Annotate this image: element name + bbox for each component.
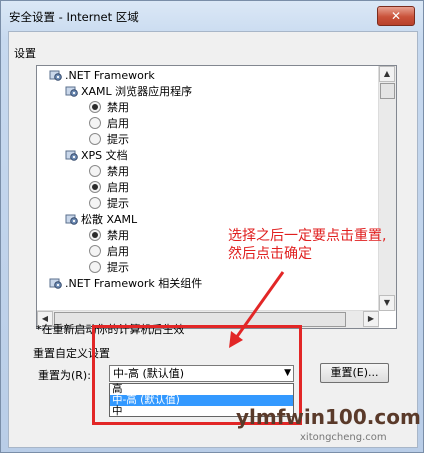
settings-tree[interactable]: .NET Framework XAML 浏览器应用程序 禁用 启用 提示 XPS 文档 禁用… [36, 65, 397, 329]
watermark-domain: ylmfwin100.com [236, 405, 421, 429]
radio-unchecked-icon[interactable] [89, 197, 101, 209]
tree-node-label: .NET Framework 相关组件 [65, 277, 203, 290]
tree-node-label: XAML 浏览器应用程序 [81, 85, 193, 98]
tree-node[interactable]: .NET Framework [49, 68, 155, 84]
tree-node[interactable]: 松散 XAML [65, 212, 137, 228]
scroll-up-button[interactable]: ▲ [379, 66, 395, 82]
settings-group-label: 设置 [14, 47, 36, 60]
settings-gear-icon [49, 70, 62, 81]
tree-node[interactable]: XAML 浏览器应用程序 [65, 84, 192, 100]
title-bar[interactable]: 安全设置 - Internet 区域 ✕ [1, 1, 423, 29]
radio-checked-icon[interactable] [89, 181, 101, 193]
window-title: 安全设置 - Internet 区域 [9, 10, 139, 24]
tree-node[interactable]: XPS 文档 [65, 148, 128, 164]
vertical-scroll-thumb[interactable] [380, 83, 395, 99]
tree-node-label: 松散 XAML [81, 213, 138, 226]
radio-option[interactable]: 提示 [89, 260, 129, 276]
radio-option[interactable]: 禁用 [89, 164, 129, 180]
radio-option[interactable]: 启用 [89, 244, 129, 260]
radio-option-label: 提示 [107, 197, 129, 210]
radio-option-label: 禁用 [107, 229, 129, 242]
radio-unchecked-icon[interactable] [89, 165, 101, 177]
radio-option-label: 启用 [107, 117, 129, 130]
scroll-down-button[interactable]: ▼ [379, 295, 395, 311]
annotation-text: 选择之后一定要点击重置, 然后点击确定 [228, 227, 418, 263]
radio-unchecked-icon[interactable] [89, 245, 101, 257]
annotation-line-2: 然后点击确定 [228, 246, 312, 262]
watermark-subdomain: xitongcheng.com [300, 432, 387, 443]
settings-gear-icon [65, 86, 78, 97]
radio-option-label: 启用 [107, 245, 129, 258]
tree-node-label: XPS 文档 [81, 149, 128, 162]
radio-unchecked-icon[interactable] [89, 261, 101, 273]
tree-node-label: .NET Framework [65, 69, 155, 82]
radio-option-label: 提示 [107, 133, 129, 146]
radio-checked-icon[interactable] [89, 229, 101, 241]
reset-button[interactable]: 重置(E)... [320, 363, 389, 383]
radio-unchecked-icon[interactable] [89, 133, 101, 145]
radio-unchecked-icon[interactable] [89, 117, 101, 129]
radio-option[interactable]: 提示 [89, 132, 129, 148]
radio-option-label: 禁用 [107, 101, 129, 114]
settings-gear-icon [65, 150, 78, 161]
tree-node[interactable]: .NET Framework 相关组件 [49, 276, 202, 292]
radio-option[interactable]: 启用 [89, 116, 129, 132]
radio-option-label: 启用 [107, 181, 129, 194]
close-button[interactable]: ✕ [377, 6, 415, 26]
reset-to-label: 重置为(R): [38, 369, 91, 382]
radio-option[interactable]: 禁用 [89, 228, 129, 244]
radio-option-label: 提示 [107, 261, 129, 274]
radio-checked-icon[interactable] [89, 101, 101, 113]
vertical-scrollbar[interactable]: ▲ ▼ [378, 66, 396, 311]
radio-option[interactable]: 提示 [89, 196, 129, 212]
close-icon: ✕ [390, 9, 402, 23]
settings-gear-icon [65, 214, 78, 225]
settings-gear-icon [49, 278, 62, 289]
annotation-line-1: 选择之后一定要点击重置, [228, 228, 387, 244]
radio-option[interactable]: 禁用 [89, 100, 129, 116]
scroll-right-button[interactable]: ▶ [363, 311, 379, 327]
radio-option-label: 禁用 [107, 165, 129, 178]
radio-option[interactable]: 启用 [89, 180, 129, 196]
